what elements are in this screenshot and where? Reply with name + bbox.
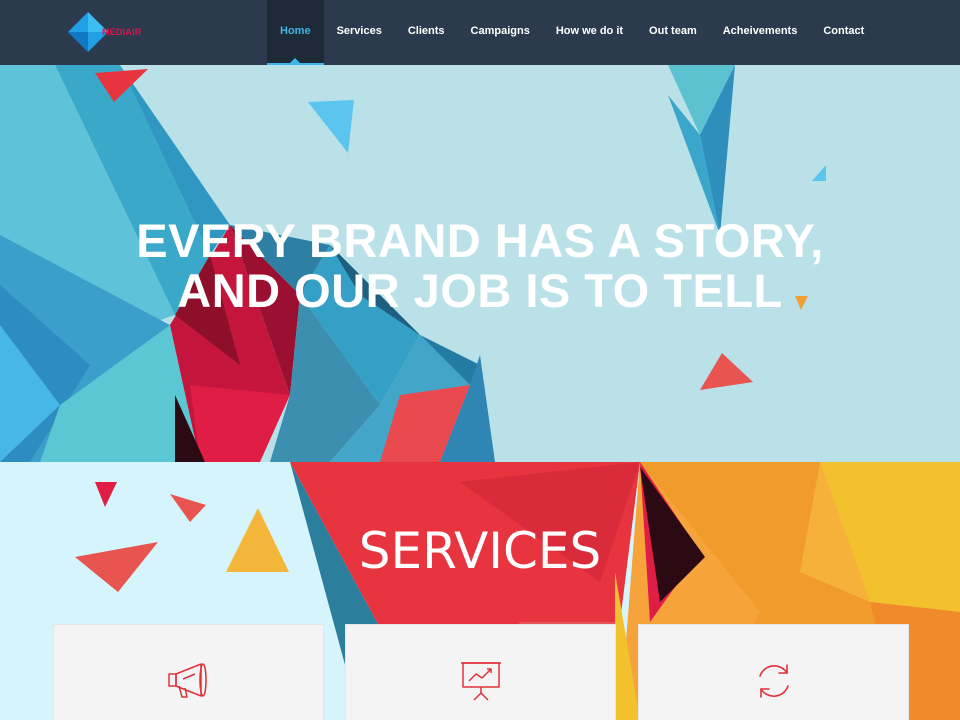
nav-services[interactable]: Services — [324, 0, 395, 65]
nav-achievements[interactable]: Acheivements — [710, 0, 811, 65]
nav-home[interactable]: Home — [267, 0, 324, 65]
hero-line-1: EVERY BRAND HAS A STORY, — [136, 214, 824, 267]
service-card-1[interactable] — [53, 624, 324, 720]
top-navbar: MEDIAIR Home Services Clients Campaigns … — [0, 0, 960, 65]
service-card-3[interactable] — [638, 624, 909, 720]
services-heading: SERVICES — [358, 522, 602, 580]
nav-how-we-do-it[interactable]: How we do it — [543, 0, 636, 65]
nav-contact[interactable]: Contact — [810, 0, 877, 65]
megaphone-icon — [167, 663, 207, 698]
services-section: SERVICES — [0, 462, 960, 720]
brand-logo[interactable]: MEDIAIR — [66, 10, 146, 54]
hero-headline: EVERY BRAND HAS A STORY, AND OUR JOB IS … — [0, 216, 960, 316]
brand-name: MEDIAIR — [102, 27, 142, 37]
hero-banner: EVERY BRAND HAS A STORY, AND OUR JOB IS … — [0, 65, 960, 462]
nav-campaigns[interactable]: Campaigns — [458, 0, 543, 65]
refresh-icon — [758, 664, 789, 698]
presentation-chart-icon — [460, 662, 501, 701]
nav-clients[interactable]: Clients — [395, 0, 458, 65]
nav-our-team[interactable]: Out team — [636, 0, 710, 65]
main-nav: Home Services Clients Campaigns How we d… — [267, 0, 877, 65]
hero-line-2: AND OUR JOB IS TO TELL — [177, 264, 783, 317]
service-card-2[interactable] — [345, 624, 616, 720]
